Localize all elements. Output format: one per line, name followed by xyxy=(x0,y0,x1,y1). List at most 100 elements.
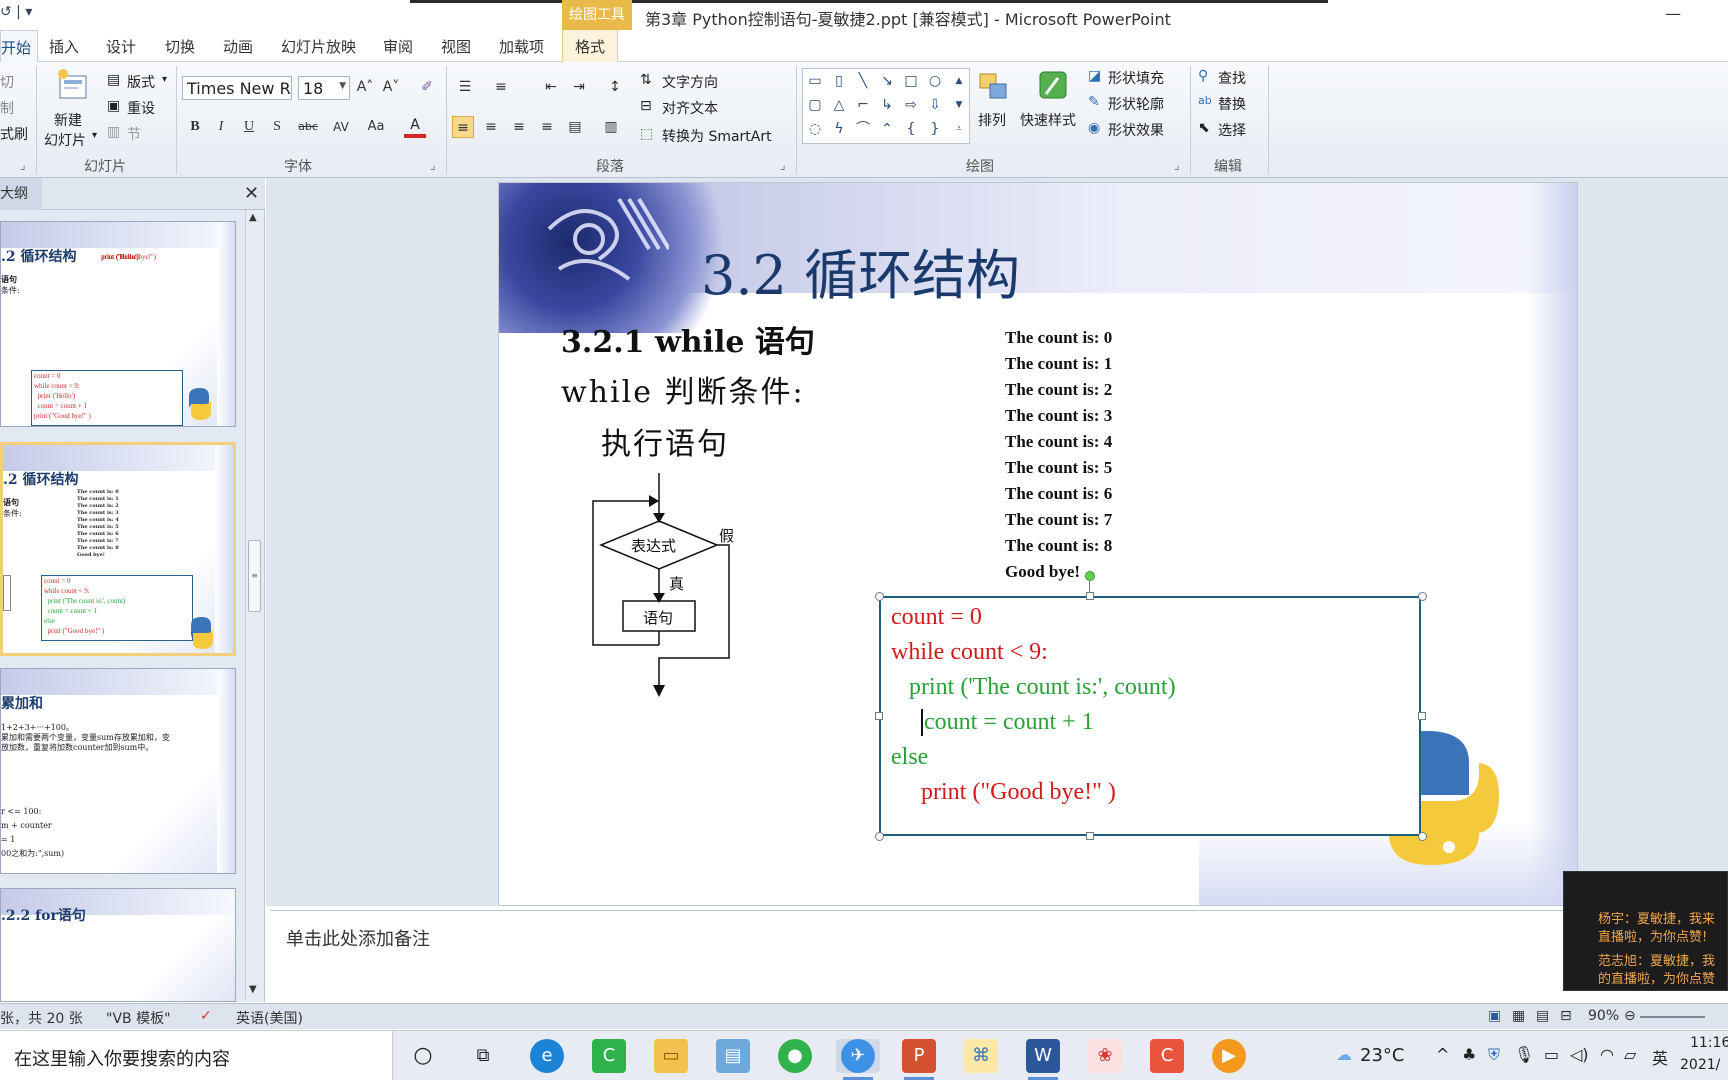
weather-temperature[interactable]: 23°C xyxy=(1360,1045,1404,1066)
reading-view-icon[interactable]: ▤ xyxy=(1536,1008,1549,1024)
gallery-down-icon[interactable]: ▼ xyxy=(949,95,969,115)
taskbar-search[interactable]: 在这里输入你要搜索的内容 xyxy=(0,1031,393,1080)
arrange-icon[interactable] xyxy=(976,70,1012,104)
tab-addins[interactable]: 加载项 xyxy=(499,36,544,57)
normal-view-icon[interactable]: ▣ xyxy=(1488,1008,1501,1024)
task-view-icon[interactable]: ⧉ xyxy=(466,1039,500,1073)
chevron-up-icon[interactable]: ^ xyxy=(1436,1045,1449,1064)
shape-effects-button[interactable]: 形状效果 xyxy=(1108,120,1164,140)
app-green-icon[interactable]: C xyxy=(592,1039,626,1073)
shape-effects-icon[interactable]: ◉ xyxy=(1088,120,1100,136)
scroll-down-icon[interactable]: ▼ xyxy=(249,984,257,995)
change-case-button[interactable]: Aa xyxy=(362,116,390,138)
italic-button[interactable]: I xyxy=(210,116,232,138)
tab-design[interactable]: 设计 xyxy=(106,36,136,57)
clipboard-launcher-icon[interactable]: ⌟ xyxy=(20,158,26,172)
scroll-up-icon[interactable]: ▲ xyxy=(249,212,257,223)
shape-outline-button[interactable]: 形状轮廓 xyxy=(1108,94,1164,114)
select-icon[interactable]: ⬉ xyxy=(1198,120,1210,136)
file-explorer-icon[interactable]: ▭ xyxy=(654,1039,688,1073)
shrink-font-button[interactable]: A˅ xyxy=(380,76,402,98)
search-placeholder[interactable]: 在这里输入你要搜索的内容 xyxy=(14,1045,230,1071)
rectangle-shape-icon[interactable]: □ xyxy=(901,71,921,91)
new-slide-label-1[interactable]: 新建 xyxy=(54,110,82,130)
resize-handle[interactable] xyxy=(875,832,884,841)
arc-shape-icon[interactable]: ⌃ xyxy=(877,119,897,139)
distribute-button[interactable]: ▤ xyxy=(564,116,586,138)
oval-shape-icon[interactable]: ○ xyxy=(925,71,945,91)
tab-format[interactable]: 格式 xyxy=(562,30,619,62)
tab-review[interactable]: 审阅 xyxy=(383,36,413,57)
notes-placeholder[interactable]: 单击此处添加备注 xyxy=(286,925,430,951)
format-painter-button[interactable]: 式刷 xyxy=(0,124,28,144)
volume-icon[interactable]: ◁) xyxy=(1570,1045,1589,1064)
slide-syntax-line[interactable]: while 判断条件: xyxy=(561,367,805,411)
slide-syntax-line[interactable]: 执行语句 xyxy=(601,419,729,463)
find-button[interactable]: 查找 xyxy=(1218,68,1246,88)
zoom-out-icon[interactable]: ⊖ xyxy=(1624,1008,1636,1024)
tab-home[interactable]: 开始 xyxy=(0,30,39,63)
slide-sorter-view-icon[interactable]: ▦ xyxy=(1512,1008,1525,1024)
quick-access-toolbar[interactable]: ↺ | ▾ xyxy=(0,4,32,20)
right-brace-shape-icon[interactable]: } xyxy=(925,119,945,139)
edge-icon[interactable]: e xyxy=(530,1039,564,1073)
resize-handle[interactable] xyxy=(875,592,884,601)
new-slide-label-2[interactable]: 幻灯片 xyxy=(44,130,86,150)
reset-button[interactable]: 重设 xyxy=(127,98,155,118)
triangle-shape-icon[interactable]: △ xyxy=(829,95,849,115)
find-icon[interactable]: ⚲ xyxy=(1198,68,1208,84)
tab-insert[interactable]: 插入 xyxy=(49,36,79,57)
new-slide-icon[interactable] xyxy=(54,68,90,102)
cut-button[interactable]: 切 xyxy=(0,72,14,92)
section-button[interactable]: 节 xyxy=(127,124,141,144)
powerpoint-icon[interactable]: P xyxy=(902,1039,936,1073)
resize-handle[interactable] xyxy=(1418,712,1426,720)
weather-icon[interactable]: ☁ xyxy=(1336,1045,1352,1064)
layout-icon[interactable]: ▤ xyxy=(107,72,120,88)
cortana-icon[interactable]: ○ xyxy=(406,1039,440,1073)
elbow-connector-shape-icon[interactable]: ⌐ xyxy=(853,95,873,115)
elbow-arrow-shape-icon[interactable]: ↳ xyxy=(877,95,897,115)
slide-title[interactable]: 3.2 循环结构 xyxy=(701,231,1020,310)
slide-canvas[interactable]: 3.2 循环结构 3.2.1 while 语句 while 判断条件: 执行语句… xyxy=(498,182,1578,906)
resize-handle[interactable] xyxy=(1086,592,1094,600)
shape-fill-icon[interactable]: ◪ xyxy=(1088,68,1101,84)
resize-handle[interactable] xyxy=(875,712,883,720)
font-size-combo[interactable]: 18 ▼ xyxy=(298,76,350,100)
gallery-up-icon[interactable]: ▲ xyxy=(949,71,969,91)
tab-view[interactable]: 视图 xyxy=(441,36,471,57)
paragraph-launcher-icon[interactable]: ⌟ xyxy=(780,158,786,172)
bold-button[interactable]: B xyxy=(184,116,206,138)
spellcheck-icon[interactable]: ✓ xyxy=(200,1008,212,1024)
zoom-level[interactable]: 90% xyxy=(1588,1008,1619,1024)
slide-thumbnail-selected[interactable]: .2 循环结构 语句 条件: The count is: 0 The count… xyxy=(0,442,236,656)
align-left-button[interactable]: ≡ xyxy=(452,116,474,138)
grow-font-button[interactable]: A˄ xyxy=(354,76,376,98)
shape-outline-icon[interactable]: ✎ xyxy=(1088,94,1100,110)
program-output-list[interactable]: The count is: 0 The count is: 1 The coun… xyxy=(1005,325,1112,585)
bullets-icon[interactable]: ☰ xyxy=(454,76,476,98)
vertical-textbox-shape-icon[interactable]: ▯ xyxy=(829,71,849,91)
clock-date[interactable]: 2021/ xyxy=(1680,1057,1720,1073)
microphone-icon[interactable]: 🎙 xyxy=(1514,1045,1534,1064)
notes-pane[interactable]: 单击此处添加备注 xyxy=(270,910,1720,1002)
qq-icon[interactable]: ♣ xyxy=(1462,1045,1476,1064)
font-name-combo[interactable]: Times New Rc xyxy=(182,76,292,100)
slideshow-view-icon[interactable]: ⊟ xyxy=(1560,1008,1572,1024)
font-color-button[interactable]: A xyxy=(404,114,426,138)
slide-thumbnail[interactable]: .2.2 for语句 xyxy=(0,888,236,1002)
tab-animations[interactable]: 动画 xyxy=(223,36,253,57)
replace-button[interactable]: 替换 xyxy=(1218,94,1246,114)
arrange-button[interactable]: 排列 xyxy=(978,110,1006,130)
smartart-icon[interactable]: ⬚ xyxy=(640,126,653,142)
reset-icon[interactable]: ▣ xyxy=(107,98,120,114)
scroll-thumb[interactable]: ≡ xyxy=(248,540,261,612)
underline-button[interactable]: U xyxy=(238,116,260,138)
battery-icon[interactable]: ▭ xyxy=(1544,1045,1559,1064)
freeform-shape-icon[interactable]: ◌ xyxy=(805,119,825,139)
app-red-icon[interactable]: ❀ xyxy=(1088,1039,1122,1073)
theme-name[interactable]: "VB 模板" xyxy=(106,1008,171,1028)
slide-thumbnail[interactable]: 累加和 1+2+3+···+100。 累加和需要两个变量，变量sum存放累加和，… xyxy=(0,668,236,874)
close-icon[interactable]: ✕ xyxy=(244,183,259,204)
rounded-rect-shape-icon[interactable]: ▢ xyxy=(805,95,825,115)
